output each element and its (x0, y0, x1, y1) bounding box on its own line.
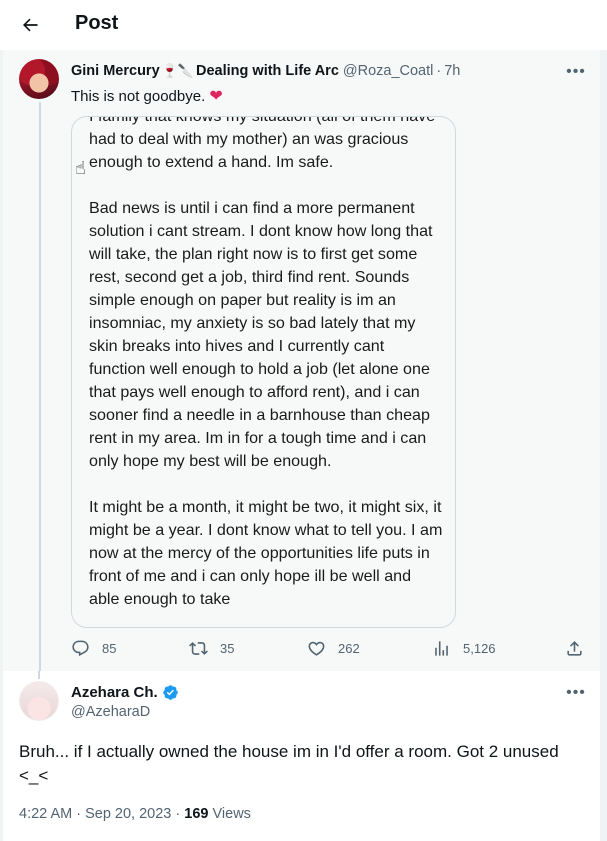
verified-badge-icon[interactable] (162, 684, 179, 701)
image-paragraph: Bad news is until i can find a more perm… (89, 199, 433, 470)
post-text: Bruh... if I actually owned the house im… (19, 742, 559, 785)
avatar[interactable] (19, 681, 59, 721)
views-count: 5,126 (463, 641, 496, 656)
more-options-button[interactable]: ••• (564, 62, 588, 82)
more-dots-icon: ••• (566, 63, 586, 80)
heart-emoji-icon: ❤ (209, 88, 223, 105)
image-paragraph: It might be a month, it might be two, it… (89, 498, 443, 608)
author-name[interactable]: Gini Mercury (71, 63, 160, 79)
repost-button[interactable]: 35 (189, 639, 234, 658)
attached-image[interactable]: I family that knows my situation (all of… (71, 116, 456, 628)
avatar[interactable] (19, 59, 59, 99)
post-metadata: 4:22 AM · Sep 20, 2023 · 169 Views (19, 806, 251, 822)
reply-count: 85 (102, 641, 117, 656)
like-count: 262 (338, 641, 360, 656)
image-text-content: I family that knows my situation (all of… (89, 116, 444, 627)
views-label: Views (212, 806, 251, 822)
more-options-button[interactable]: ••• (564, 683, 588, 703)
column-border-right (600, 50, 607, 841)
post-author-block: Azehara Ch. @AzeharaD (71, 684, 179, 720)
reply-button[interactable]: 85 (71, 639, 116, 658)
author-name-row: Azehara Ch. (71, 684, 179, 701)
reply-post: Azehara Ch. @AzeharaD ••• Bruh... if I a… (3, 671, 600, 841)
arrow-left-icon (23, 18, 38, 32)
reply-icon (72, 640, 89, 657)
post-time[interactable]: 7h (444, 63, 460, 79)
parent-post[interactable]: Gini Mercury 🍷🔪 Dealing with Life Arc @R… (3, 50, 600, 671)
author-handle[interactable]: @Roza_Coatl (343, 63, 433, 79)
heart-icon (308, 641, 325, 656)
post-date[interactable]: Sep 20, 2023 (85, 806, 171, 822)
like-button[interactable]: 262 (307, 639, 360, 658)
repost-icon (189, 642, 208, 655)
share-button[interactable] (565, 639, 596, 658)
separator-dot: · (76, 806, 86, 822)
post-actions: 85 35 262 5,126 (71, 639, 591, 661)
separator-dot: · (175, 806, 185, 822)
author-name-suffix: Dealing with Life Arc (196, 63, 339, 79)
thread-line (39, 102, 41, 671)
views-count: 169 (184, 806, 209, 822)
hand-cursor-icon: ☝ (75, 158, 86, 178)
more-dots-icon: ••• (566, 684, 586, 701)
post-time[interactable]: 4:22 AM (19, 806, 72, 822)
post-text-body: This is not goodbye. (71, 88, 206, 105)
author-name[interactable]: Azehara Ch. (71, 684, 158, 701)
share-icon (567, 641, 582, 656)
author-handle[interactable]: @AzeharaD (71, 704, 179, 720)
repost-count: 35 (220, 641, 235, 656)
back-button[interactable] (14, 9, 46, 41)
separator-dot: · (436, 63, 442, 79)
image-paragraph: I family that knows my situation (all of… (89, 116, 436, 171)
analytics-icon (435, 641, 448, 656)
thread-line (38, 671, 40, 679)
views-button[interactable]: 5,126 (432, 639, 496, 658)
post-text: This is not goodbye. ❤ (71, 86, 223, 106)
name-emoji-badges: 🍷🔪 (161, 63, 195, 78)
page-title: Post (75, 12, 119, 34)
post-author-row: Gini Mercury 🍷🔪 Dealing with Life Arc @R… (71, 63, 460, 79)
header-bar: Post (0, 0, 607, 50)
